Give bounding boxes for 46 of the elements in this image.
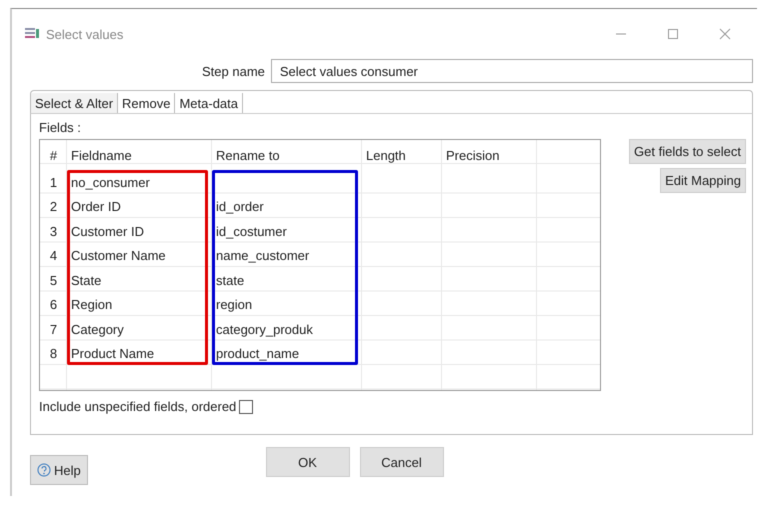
table-cell: Product Name — [71, 346, 154, 362]
table-cell: Region — [71, 297, 112, 312]
close-icon[interactable] — [719, 28, 731, 40]
column-header[interactable]: Fieldname — [71, 148, 132, 162]
row-number: 6 — [50, 297, 58, 312]
table-cell: name_customer — [216, 248, 310, 264]
help-button[interactable]: Help — [30, 455, 88, 485]
table-icon — [24, 27, 40, 41]
tab[interactable]: Select & Alter — [31, 93, 118, 113]
table-cell: id_order — [216, 199, 264, 214]
table-cell: region — [216, 297, 252, 312]
step-name-label: Step name — [202, 64, 265, 78]
table-cell: Order ID — [71, 199, 121, 214]
include-unspecified-label: Include unspecified fields, ordered — [39, 399, 236, 414]
table-cell: no_consumer — [71, 174, 150, 190]
action-button[interactable]: Get fields to select — [629, 139, 746, 164]
help-icon — [37, 463, 51, 477]
maximize-icon[interactable] — [667, 28, 679, 40]
row-number: 4 — [50, 248, 58, 264]
column-header[interactable]: Length — [366, 148, 406, 162]
step-name-field[interactable]: Select values consumer — [270, 59, 753, 83]
action-button[interactable]: Edit Mapping — [660, 168, 746, 193]
row-number: 1 — [50, 174, 58, 190]
dialog-button[interactable]: OK — [266, 447, 350, 477]
tab[interactable]: Remove — [118, 93, 176, 113]
row-number: 7 — [50, 322, 58, 337]
table-cell: category_produk — [216, 322, 313, 337]
column-header[interactable]: # — [50, 148, 58, 162]
table-cell: Customer Name — [71, 248, 166, 264]
table-cell: id_costumer — [216, 224, 287, 239]
dialog-button[interactable]: Cancel — [360, 447, 444, 477]
table-cell: product_name — [216, 346, 300, 362]
row-number: 8 — [50, 346, 58, 362]
table-cell: Customer ID — [71, 224, 144, 239]
row-number: 2 — [50, 199, 58, 214]
table-cell: State — [71, 272, 102, 288]
fields-label: Fields : — [39, 120, 82, 135]
window-title: Select values — [46, 26, 124, 42]
row-number: 3 — [50, 224, 58, 239]
table-cell: Category — [71, 322, 124, 337]
row-number: 5 — [50, 272, 58, 288]
column-header[interactable]: Rename to — [216, 148, 280, 162]
checkbox[interactable] — [239, 400, 254, 414]
column-header[interactable]: Precision — [446, 148, 500, 162]
tab[interactable]: Meta-data — [175, 93, 244, 113]
table-cell: state — [216, 272, 244, 288]
